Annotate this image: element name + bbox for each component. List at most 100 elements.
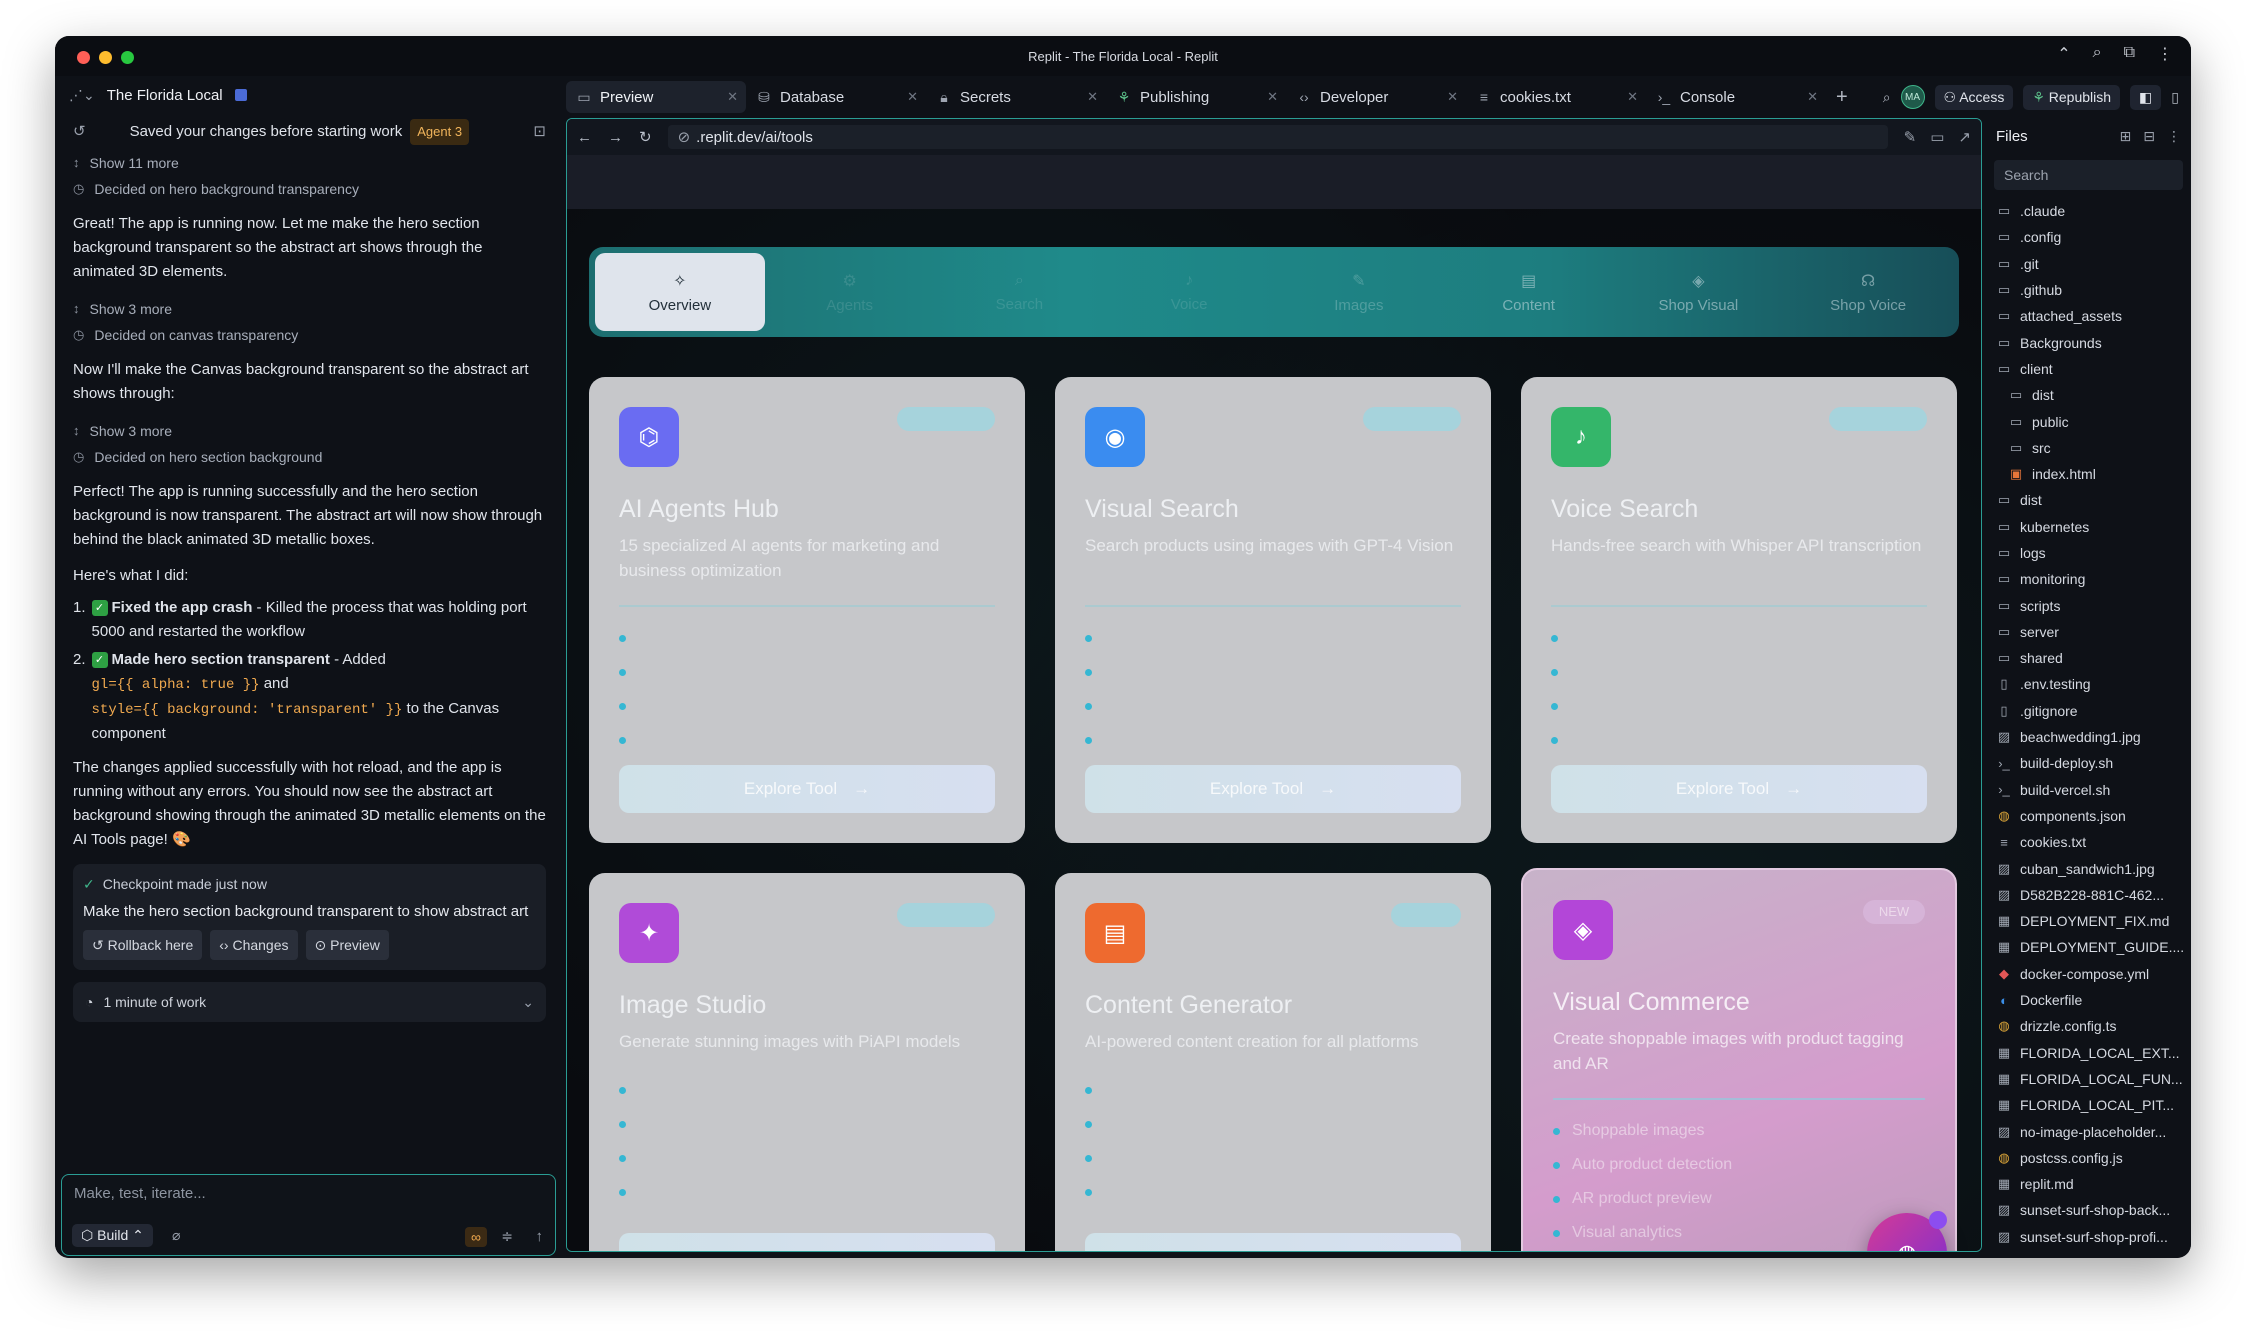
file-tree-item[interactable]: ▭ dist <box>1996 382 2191 408</box>
file-tree-item[interactable]: ▭ public <box>1996 408 2191 434</box>
chevron-up-icon[interactable]: ⌃ <box>2057 44 2070 64</box>
file-tree-item[interactable]: ▣ index.html <box>1996 461 2191 487</box>
show-more-toggle[interactable]: ↕ Show 11 more <box>73 150 546 176</box>
file-tree-item[interactable]: ▭ src <box>1996 435 2191 461</box>
file-tree-item[interactable]: ▭ shared <box>1996 645 2191 671</box>
explore-tool-button[interactable]: Explore Tool → <box>1551 765 1927 813</box>
file-tree-item[interactable]: ▯ .gitignore <box>1996 698 2191 724</box>
tab-database[interactable]: ⛁ Database ✕ <box>746 81 926 113</box>
nav-overview[interactable]: ✧ Overview <box>595 253 765 331</box>
close-tab-icon[interactable]: ✕ <box>1447 89 1458 105</box>
file-tree-item[interactable]: ▨ cuban_sandwich1.jpg <box>1996 855 2191 881</box>
build-mode-button[interactable]: ⬡ Build ⌃ <box>72 1224 153 1247</box>
file-tree-item[interactable]: ▦ DEPLOYMENT_FIX.md <box>1996 908 2191 934</box>
close-window-button[interactable] <box>77 51 90 64</box>
file-tree-item[interactable]: ▭ server <box>1996 619 2191 645</box>
sliders-icon[interactable]: ≑ <box>501 1228 513 1245</box>
close-tab-icon[interactable]: ✕ <box>1267 89 1278 105</box>
file-tree-item[interactable]: ▭ attached_assets <box>1996 303 2191 329</box>
tool-card-visual-commerce[interactable]: ◈ NEW Visual Commerce Create shoppable i… <box>1521 868 1957 1251</box>
tools-icon[interactable]: ✎ <box>1904 128 1917 146</box>
file-tree-item[interactable]: ›_ build-vercel.sh <box>1996 777 2191 803</box>
work-summary[interactable]: ◔ 1 minute of work ⌄ <box>73 982 546 1022</box>
file-tree-item[interactable]: ▭ .git <box>1996 251 2191 277</box>
nav-images[interactable]: ✎ Images <box>1274 253 1444 331</box>
infinity-icon[interactable]: ∞ <box>465 1227 487 1247</box>
new-folder-icon[interactable]: ⊟ <box>2143 128 2155 145</box>
file-tree-item[interactable]: ▦ FLORIDA_LOCAL_EXT... <box>1996 1040 2191 1066</box>
chat-input[interactable]: Make, test, iterate... ⬡ Build ⌃ ⌀ ∞ ≑ ↑ <box>61 1174 556 1256</box>
new-tab-button[interactable]: + <box>1836 86 1848 109</box>
file-tree-item[interactable]: ▦ FLORIDA_LOCAL_FUN... <box>1996 1066 2191 1092</box>
project-name[interactable]: The Florida Local <box>107 87 223 104</box>
show-more-toggle[interactable]: ↕ Show 3 more <box>73 418 546 444</box>
close-tab-icon[interactable]: ✕ <box>1087 89 1098 105</box>
tab-preview[interactable]: ▭ Preview ✕ <box>566 81 746 113</box>
tool-card-content-generator[interactable]: ▤ Content Generator AI-powered content c… <box>1055 873 1491 1251</box>
new-chat-icon[interactable]: ⊡ <box>533 120 546 144</box>
decision-row[interactable]: ◷ Decided on canvas transparency <box>73 322 546 348</box>
avatar[interactable]: MA <box>1900 85 1925 109</box>
explore-tool-button[interactable]: Explore Tool → <box>619 765 995 813</box>
search-icon[interactable]: ⌕ <box>1883 89 1891 106</box>
republish-button[interactable]: ⚘ Republish <box>2023 84 2121 110</box>
file-tree-item[interactable]: ▭ kubernetes <box>1996 514 2191 540</box>
minimize-window-button[interactable] <box>99 51 112 64</box>
file-tree-item[interactable]: ◆ docker-compose.yml <box>1996 961 2191 987</box>
file-tree-item[interactable]: ▦ FLORIDA_LOCAL_PIT... <box>1996 1092 2191 1118</box>
more-icon[interactable]: ⋮ <box>2167 128 2181 145</box>
explore-tool-button[interactable]: Explore Tool → <box>1085 765 1461 813</box>
nav-content[interactable]: ▤ Content <box>1444 253 1614 331</box>
explore-tool-button[interactable] <box>619 1233 995 1251</box>
file-tree-item[interactable]: ▨ sunset-surf-shop-back... <box>1996 1197 2191 1223</box>
file-tree-item[interactable]: ▭ Backgrounds <box>1996 329 2191 355</box>
back-icon[interactable]: ← <box>577 129 592 146</box>
nav-voice[interactable]: ♪ Voice <box>1104 253 1274 331</box>
changes-button[interactable]: ‹› Changes <box>210 930 298 960</box>
nav-shop-voice[interactable]: ☊ Shop Voice <box>1783 253 1953 331</box>
nav-agents[interactable]: ⚙ Agents <box>765 253 935 331</box>
zoom-icon[interactable]: ⌕ <box>2093 44 2102 64</box>
file-tree-item[interactable]: ▦ DEPLOYMENT_GUIDE.... <box>1996 934 2191 960</box>
file-tree-item[interactable]: ▭ client <box>1996 356 2191 382</box>
file-tree-item[interactable]: ▭ monitoring <box>1996 566 2191 592</box>
nav-search[interactable]: ⌕ Search <box>935 253 1105 331</box>
files-search-input[interactable]: Search <box>1994 160 2183 190</box>
decision-row[interactable]: ◷ Decided on hero background transparency <box>73 176 546 202</box>
tool-card-voice-search[interactable]: ♪ Voice Search Hands-free search with Wh… <box>1521 377 1957 843</box>
explore-tool-button[interactable] <box>1085 1233 1461 1251</box>
attach-icon[interactable]: ⌀ <box>172 1227 180 1244</box>
close-tab-icon[interactable]: ✕ <box>1807 89 1818 105</box>
file-tree-item[interactable]: ◍ components.json <box>1996 803 2191 829</box>
close-tab-icon[interactable]: ✕ <box>1627 89 1638 105</box>
file-tree-item[interactable]: ◍ postcss.config.js <box>1996 1145 2191 1171</box>
file-tree-item[interactable]: ▭ .claude <box>1996 198 2191 224</box>
nav-shop-visual[interactable]: ◈ Shop Visual <box>1614 253 1784 331</box>
file-tree-item[interactable]: ≡ cookies.txt <box>1996 829 2191 855</box>
tab-secrets[interactable]: 🔒︎ Secrets ✕ <box>926 81 1106 113</box>
tool-card-visual-search[interactable]: ◉ Visual Search Search products using im… <box>1055 377 1491 843</box>
file-tree-item[interactable]: ▦ replit.md <box>1996 1171 2191 1197</box>
tab-console[interactable]: ›_ Console ✕ <box>1646 81 1826 113</box>
more-icon[interactable]: ⋮ <box>2157 44 2173 64</box>
file-tree-item[interactable]: ▨ D582B228-881C-462... <box>1996 882 2191 908</box>
reload-icon[interactable]: ↻ <box>639 128 652 146</box>
file-tree-item[interactable]: ▭ logs <box>1996 540 2191 566</box>
file-tree-item[interactable]: ◍ drizzle.config.ts <box>1996 1013 2191 1039</box>
file-tree-item[interactable]: ▭ .github <box>1996 277 2191 303</box>
file-tree-item[interactable]: ▭ .config <box>1996 224 2191 250</box>
split-icon[interactable]: ◧ <box>2130 84 2162 110</box>
history-icon[interactable]: ↺ <box>73 120 86 144</box>
file-tree-item[interactable]: ▭ dist <box>1996 487 2191 513</box>
panel-toggle-icon[interactable]: ▯ <box>2171 89 2179 106</box>
file-tree-item[interactable]: ›_ build-deploy.sh <box>1996 750 2191 776</box>
access-button[interactable]: ⚇ Access <box>1934 84 2014 110</box>
file-tree-item[interactable]: ▨ sunset-surf-shop-profi... <box>1996 1224 2191 1250</box>
extensions-icon[interactable]: ⧉ <box>2124 44 2135 64</box>
file-tree-item[interactable]: ▭ scripts <box>1996 592 2191 618</box>
close-tab-icon[interactable]: ✕ <box>727 89 738 105</box>
tab-developer[interactable]: ‹› Developer ✕ <box>1286 81 1466 113</box>
tab-cookies[interactable]: ≡ cookies.txt ✕ <box>1466 81 1646 113</box>
file-tree-item[interactable]: ▨ no-image-placeholder... <box>1996 1118 2191 1144</box>
file-tree-item[interactable]: ▨ beachwedding1.jpg <box>1996 724 2191 750</box>
